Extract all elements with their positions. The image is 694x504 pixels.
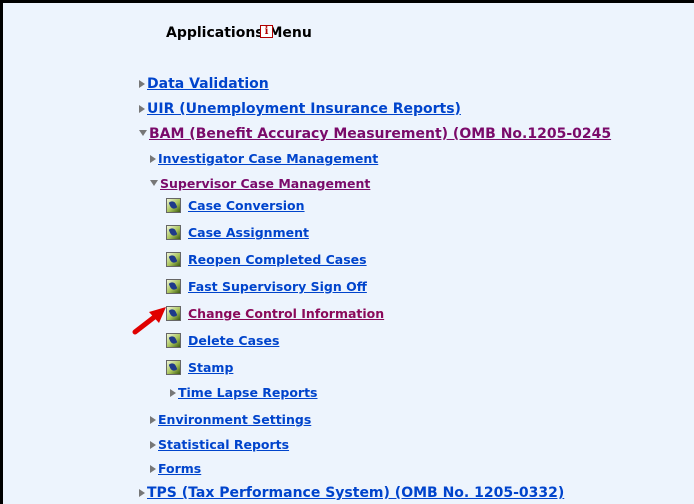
link-supervisor-case-management[interactable]: Supervisor Case Management: [160, 176, 370, 191]
menu-item-supervisor[interactable]: Supervisor Case Management: [150, 176, 370, 191]
menu-item-reopen-completed-cases[interactable]: Reopen Completed Cases: [166, 252, 367, 267]
triangle-right-icon: [150, 154, 156, 163]
red-arrow-icon: [132, 307, 166, 335]
triangle-right-icon: [139, 80, 145, 88]
menu-item-case-conversion[interactable]: Case Conversion: [166, 198, 305, 213]
link-stamp[interactable]: Stamp: [188, 360, 233, 375]
link-statistical-reports[interactable]: Statistical Reports: [158, 437, 289, 452]
triangle-right-icon: [170, 388, 176, 397]
menu-item-uir[interactable]: UIR (Unemployment Insurance Reports): [139, 101, 461, 117]
triangle-right-icon: [150, 415, 156, 424]
application-icon: [166, 252, 181, 267]
link-change-control-information[interactable]: Change Control Information: [188, 306, 384, 321]
menu-item-environment-settings[interactable]: Environment Settings: [150, 412, 311, 427]
link-reopen-completed-cases[interactable]: Reopen Completed Cases: [188, 252, 367, 267]
menu-item-case-assignment[interactable]: Case Assignment: [166, 225, 309, 240]
triangle-right-icon: [150, 464, 156, 473]
link-case-conversion[interactable]: Case Conversion: [188, 198, 305, 213]
application-icon: [166, 333, 181, 348]
menu-item-forms[interactable]: Forms: [150, 461, 201, 476]
menu-item-fast-supervisory-sign-off[interactable]: Fast Supervisory Sign Off: [166, 279, 367, 294]
menu-item-time-lapse-reports[interactable]: Time Lapse Reports: [170, 385, 318, 400]
menu-item-change-control-information[interactable]: Change Control Information: [166, 306, 384, 321]
link-investigator-case-management[interactable]: Investigator Case Management: [158, 151, 378, 166]
link-delete-cases[interactable]: Delete Cases: [188, 333, 279, 348]
link-environment-settings[interactable]: Environment Settings: [158, 412, 311, 427]
link-uir[interactable]: UIR (Unemployment Insurance Reports): [147, 101, 461, 117]
application-icon: [166, 225, 181, 240]
link-tps[interactable]: TPS (Tax Performance System) (OMB No. 12…: [147, 485, 564, 501]
menu-item-tps[interactable]: TPS (Tax Performance System) (OMB No. 12…: [139, 485, 564, 501]
link-bam[interactable]: BAM (Benefit Accuracy Measurement) (OMB …: [149, 126, 611, 142]
info-icon[interactable]: i: [260, 25, 273, 38]
triangle-down-icon: [139, 130, 147, 136]
application-icon: [166, 279, 181, 294]
triangle-right-icon: [139, 489, 145, 497]
triangle-right-icon: [139, 105, 145, 113]
link-case-assignment[interactable]: Case Assignment: [188, 225, 309, 240]
menu-item-delete-cases[interactable]: Delete Cases: [166, 333, 279, 348]
menu-item-data-validation[interactable]: Data Validation: [139, 76, 269, 92]
triangle-right-icon: [150, 440, 156, 449]
link-time-lapse-reports[interactable]: Time Lapse Reports: [178, 385, 318, 400]
menu-item-bam[interactable]: BAM (Benefit Accuracy Measurement) (OMB …: [139, 126, 611, 142]
page-title: Applications Menu: [166, 25, 312, 41]
application-icon: [166, 198, 181, 213]
application-icon: [166, 360, 181, 375]
link-data-validation[interactable]: Data Validation: [147, 76, 269, 92]
triangle-down-icon: [150, 179, 158, 186]
link-fast-supervisory-sign-off[interactable]: Fast Supervisory Sign Off: [188, 279, 367, 294]
applications-menu-panel: Applications Menu i Data Validation UIR …: [0, 0, 694, 504]
menu-item-stamp[interactable]: Stamp: [166, 360, 233, 375]
link-forms[interactable]: Forms: [158, 461, 201, 476]
menu-item-investigator[interactable]: Investigator Case Management: [150, 151, 378, 166]
menu-item-statistical-reports[interactable]: Statistical Reports: [150, 437, 289, 452]
